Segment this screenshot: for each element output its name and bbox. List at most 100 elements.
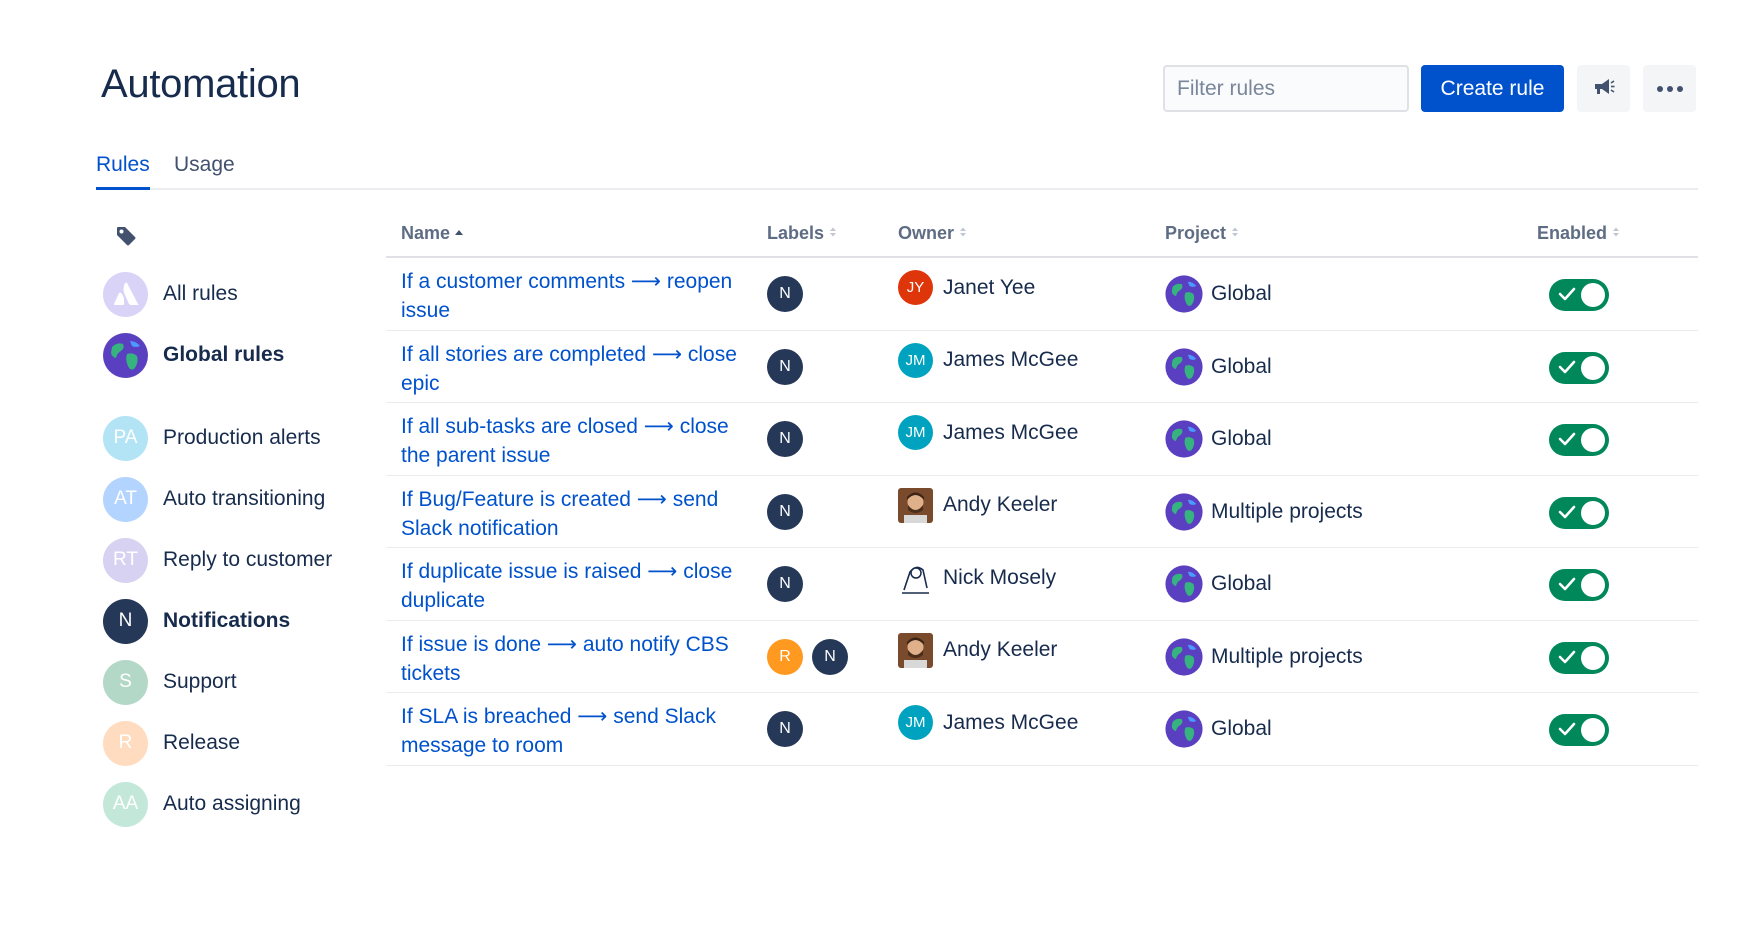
project-name: Multiple projects — [1211, 499, 1363, 523]
owner-cell: Andy Keeler — [898, 632, 1057, 668]
sidebar-item-reply-to-customer[interactable]: RT Reply to customer — [103, 537, 332, 583]
column-header-labels[interactable]: Labels — [767, 223, 838, 244]
project-name: Multiple projects — [1211, 644, 1363, 668]
owner-cell: Andy Keeler — [898, 487, 1058, 523]
project-name: Global — [1211, 717, 1272, 740]
globe-icon — [1165, 420, 1203, 458]
check-icon — [1558, 505, 1576, 524]
project-cell: Global — [1165, 565, 1272, 603]
feedback-button[interactable] — [1577, 65, 1630, 112]
sidebar-item-label: Notifications — [163, 609, 291, 632]
tab-rules[interactable]: Rules — [96, 153, 150, 190]
labels-cell: N — [767, 711, 803, 747]
rule-name-link[interactable]: If all sub-tasks are closed ⟶ close the … — [401, 412, 751, 470]
label-avatar[interactable]: N — [767, 493, 803, 530]
globe-icon — [1165, 275, 1203, 313]
globe-icon — [103, 332, 148, 378]
rule-name-link[interactable]: If duplicate issue is raised ⟶ close dup… — [401, 557, 751, 615]
sidebar-item-global-rules[interactable]: Global rules — [103, 332, 284, 378]
owner-avatar — [898, 560, 933, 595]
rule-name-link[interactable]: If all stories are completed ⟶ close epi… — [401, 340, 751, 398]
owner-name: Nick Mosely — [943, 565, 1057, 589]
table-row: If Bug/Feature is created ⟶ send Slack n… — [386, 476, 1698, 548]
table-row: If SLA is breached ⟶ send Slack message … — [386, 693, 1698, 766]
owner-name: Janet Yee — [943, 275, 1036, 299]
project-cell: Global — [1165, 420, 1272, 458]
label-avatar[interactable]: N — [767, 348, 803, 385]
label-avatar[interactable]: N — [767, 711, 803, 747]
more-actions-button[interactable] — [1643, 65, 1696, 112]
enabled-toggle[interactable] — [1549, 496, 1609, 529]
label-avatar: N — [103, 598, 148, 644]
project-name: Global — [1211, 282, 1272, 305]
column-header-name[interactable]: Name — [401, 223, 464, 244]
globe-icon — [1165, 637, 1203, 676]
label-avatar[interactable]: N — [767, 276, 803, 312]
sidebar-item-label: Production alerts — [163, 426, 321, 449]
label-avatar[interactable]: N — [767, 421, 803, 457]
sidebar-item-auto-assigning[interactable]: AA Auto assigning — [103, 781, 301, 827]
enabled-toggle[interactable] — [1549, 279, 1609, 311]
project-name: Global — [1211, 354, 1272, 378]
labels-cell: N — [767, 566, 803, 602]
label-avatar[interactable]: R — [767, 638, 803, 675]
owner-avatar: JY — [898, 270, 933, 305]
enabled-toggle[interactable] — [1549, 351, 1609, 384]
check-icon — [1558, 722, 1576, 741]
column-header-enabled[interactable]: Enabled — [1537, 223, 1621, 244]
label-avatar: S — [103, 659, 148, 705]
toggle-knob — [1581, 718, 1605, 742]
sidebar-item-support[interactable]: S Support — [103, 659, 237, 705]
toggle-knob — [1581, 645, 1605, 670]
labels-cell: N — [767, 493, 803, 530]
sidebar-item-production-alerts[interactable]: PA Production alerts — [103, 415, 321, 461]
labels-cell: N — [767, 276, 803, 312]
table-header: Name Labels Owner Project Enabled — [386, 210, 1698, 258]
rule-name-link[interactable]: If a customer comments ⟶ reopen issue — [401, 267, 751, 325]
table-body: If a customer comments ⟶ reopen issue N … — [386, 258, 1698, 766]
enabled-toggle[interactable] — [1549, 424, 1609, 456]
project-name: Global — [1211, 427, 1272, 450]
sidebar-item-all-rules[interactable]: All rules — [103, 271, 238, 317]
label-avatar[interactable]: N — [812, 638, 848, 675]
sidebar-item-notifications[interactable]: N Notifications — [103, 598, 290, 644]
sort-icon — [1611, 223, 1621, 244]
label-avatar: RT — [103, 537, 148, 583]
label-avatar: PA — [103, 415, 148, 461]
owner-cell: Nick Mosely — [898, 560, 1056, 595]
sidebar-item-label: Reply to customer — [163, 548, 333, 571]
enabled-toggle[interactable] — [1549, 714, 1609, 746]
project-cell: Global — [1165, 275, 1272, 313]
owner-name: James McGee — [943, 710, 1079, 734]
owner-cell: JM James McGee — [898, 342, 1079, 378]
tab-usage[interactable]: Usage — [174, 153, 235, 190]
check-icon — [1558, 287, 1576, 306]
enabled-toggle[interactable] — [1549, 641, 1609, 674]
rule-name-link[interactable]: If Bug/Feature is created ⟶ send Slack n… — [401, 485, 751, 543]
toggle-knob — [1581, 428, 1605, 452]
column-header-project[interactable]: Project — [1165, 223, 1240, 244]
owner-name: Andy Keeler — [943, 493, 1058, 516]
enabled-toggle[interactable] — [1549, 569, 1609, 601]
rule-name-link[interactable]: If SLA is breached ⟶ send Slack message … — [401, 702, 751, 760]
globe-icon — [1165, 492, 1203, 531]
owner-name: James McGee — [943, 348, 1079, 371]
label-avatar[interactable]: N — [767, 566, 803, 602]
label-avatar: AA — [103, 781, 148, 827]
filter-rules-input[interactable] — [1163, 65, 1409, 112]
owner-avatar: JM — [898, 415, 933, 450]
create-rule-button[interactable]: Create rule — [1421, 65, 1564, 112]
rule-name-link[interactable]: If issue is done ⟶ auto notify CBS ticke… — [401, 630, 751, 688]
column-header-owner[interactable]: Owner — [898, 223, 968, 244]
sidebar-item-auto-transitioning[interactable]: AT Auto transitioning — [103, 476, 325, 522]
rules-table: Name Labels Owner Project Enabled If a c… — [386, 210, 1698, 766]
project-name: Global — [1211, 572, 1272, 595]
table-row: If all sub-tasks are closed ⟶ close the … — [386, 403, 1698, 476]
sidebar-item-release[interactable]: R Release — [103, 720, 240, 766]
toggle-knob — [1581, 500, 1605, 525]
sort-icon — [828, 223, 838, 244]
sidebar-item-label: Release — [163, 731, 241, 754]
label-avatar: R — [103, 720, 148, 766]
globe-icon — [1165, 710, 1203, 748]
project-cell: Multiple projects — [1165, 492, 1363, 531]
